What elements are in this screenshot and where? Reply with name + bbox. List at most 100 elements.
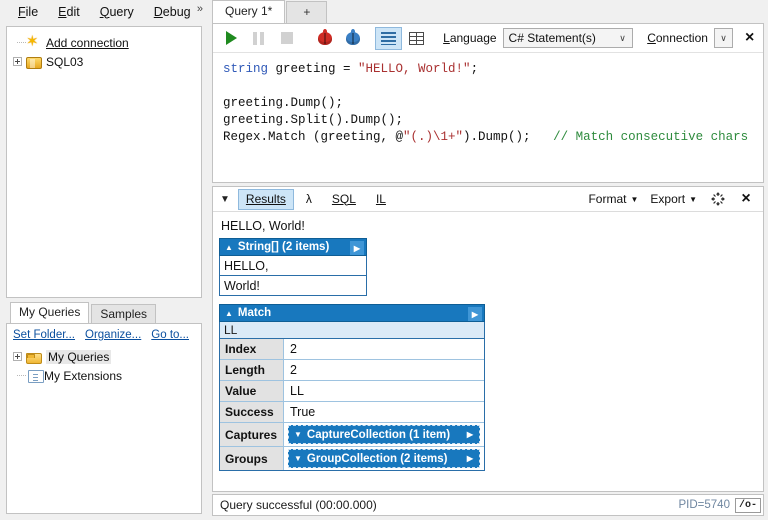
export-menu[interactable]: Export ▼ <box>650 192 697 206</box>
document-icon <box>28 370 44 383</box>
tab-my-queries[interactable]: My Queries <box>10 302 89 324</box>
code-editor[interactable]: string greeting = "HELLO, World!"; greet… <box>213 53 763 146</box>
folder-icon <box>26 353 42 364</box>
tree-item-my-queries[interactable]: My Queries <box>13 347 197 366</box>
row-value: True <box>284 402 484 422</box>
row-key: Value <box>220 381 284 401</box>
close-results-button[interactable]: × <box>733 187 759 211</box>
table-row: Captures ▼ CaptureCollection (1 item) ▶ <box>220 423 484 447</box>
chevron-down-icon: ▼ <box>689 195 697 204</box>
expand-right-icon[interactable]: ▶ <box>467 430 473 439</box>
star-icon <box>26 35 42 51</box>
tab-query-1[interactable]: Query 1* <box>212 0 285 24</box>
left-column: FFileile Edit Query Debug » Add connecti… <box>0 0 208 520</box>
code-line1-string: "HELLO, World!" <box>358 62 471 76</box>
text-output: HELLO, World! <box>219 219 763 238</box>
format-menu[interactable]: Format▼ <box>588 192 638 206</box>
tab-sql[interactable]: SQL <box>324 189 364 210</box>
group-collection-pill[interactable]: ▼ GroupCollection (2 items) ▶ <box>288 449 480 468</box>
collapse-all-icon[interactable] <box>709 190 729 208</box>
language-label: Language <box>443 31 496 45</box>
language-select[interactable]: C# Statement(s) ∨ <box>503 28 633 48</box>
menu-overflow-chevron[interactable]: » <box>197 3 202 15</box>
tab-results[interactable]: Results <box>238 189 294 210</box>
play-icon <box>226 31 237 45</box>
string-array-title: String[] (2 items) <box>238 241 329 253</box>
menu-item-debug[interactable]: Debug <box>144 2 201 23</box>
code-line1-end: ; <box>471 62 479 76</box>
expand-right-icon[interactable]: ▶ <box>467 454 473 463</box>
close-query-button[interactable]: × <box>738 26 761 50</box>
match-header[interactable]: ▲ Match ▶ <box>219 304 485 322</box>
tree-item-server[interactable]: SQL03 <box>13 52 197 71</box>
expander-icon[interactable] <box>13 57 22 66</box>
table-icon <box>409 32 424 45</box>
go-to-link[interactable]: Go to... <box>151 329 189 341</box>
table-row: Index 2 <box>220 339 484 360</box>
pause-button[interactable] <box>245 27 271 50</box>
run-button[interactable] <box>217 27 243 50</box>
database-icon <box>26 57 42 69</box>
expand-right-icon[interactable]: ▶ <box>350 241 364 255</box>
menu-item-query[interactable]: Query <box>90 2 144 23</box>
grid-list-icon <box>381 32 396 45</box>
my-queries-links: Set Folder... Organize... Go to... <box>7 324 201 343</box>
tab-new-query[interactable]: + <box>286 1 327 24</box>
status-message: Query successful (00:00.000) <box>220 498 377 512</box>
expander-icon[interactable] <box>13 352 22 361</box>
connection-select[interactable]: ∨ <box>714 28 733 48</box>
tree-line <box>13 33 26 52</box>
menu-item-edit[interactable]: Edit <box>48 2 90 23</box>
organize-link[interactable]: Organize... <box>85 329 141 341</box>
my-queries-tabstrip: My Queries Samples <box>6 304 202 324</box>
code-line5-a: Regex.Match (greeting, @ <box>223 130 403 144</box>
pause-icon <box>253 32 264 45</box>
process-icon[interactable]: /o- <box>735 498 761 513</box>
pid-label: PID=5740 <box>679 499 730 511</box>
export-label: Export <box>650 192 685 206</box>
collapse-results-icon[interactable]: ▼ <box>217 194 238 205</box>
results-table-toggle[interactable] <box>404 27 430 50</box>
set-folder-link[interactable]: Set Folder... <box>13 329 75 341</box>
debug-button[interactable] <box>312 27 338 50</box>
right-column: Query 1* + Language <box>208 0 768 520</box>
debug-step-button[interactable] <box>340 27 366 50</box>
capture-collection-pill[interactable]: ▼ CaptureCollection (1 item) ▶ <box>288 425 480 444</box>
tree-item-add-connection[interactable]: Add connection <box>13 33 197 52</box>
expand-right-icon[interactable]: ▶ <box>468 307 482 321</box>
chevron-down-icon: ∨ <box>720 33 727 44</box>
table-row: Value LL <box>220 381 484 402</box>
capture-collection-label: CaptureCollection (1 item) <box>307 429 450 441</box>
add-connection-label: Add connection <box>46 36 129 50</box>
my-extensions-label: My Extensions <box>44 369 122 383</box>
row-value: ▼ GroupCollection (2 items) ▶ <box>284 447 484 470</box>
query-tabstrip: Query 1* + <box>208 0 768 24</box>
match-dump: ▲ Match ▶ LL Index 2 Length 2 <box>219 304 485 471</box>
format-label: Format <box>588 192 626 206</box>
stop-button[interactable] <box>273 27 299 50</box>
tab-samples[interactable]: Samples <box>91 304 156 325</box>
menu-bar: FFileile Edit Query Debug » <box>0 0 208 24</box>
match-summary: LL <box>220 322 484 339</box>
list-item: World! <box>219 276 367 296</box>
server-label: SQL03 <box>46 55 83 69</box>
code-line4: greeting.Split().Dump(); <box>223 113 403 127</box>
tab-il-label: IL <box>376 192 386 206</box>
status-bar: Query successful (00:00.000) PID=5740 /o… <box>212 494 764 516</box>
tab-lambda[interactable]: λ <box>298 189 320 210</box>
results-pane: ▼ Results λ SQL IL Format▼ Export▼ <box>212 186 764 492</box>
code-line5-b: ).Dump(); <box>463 130 531 144</box>
red-bug-icon <box>318 32 332 45</box>
language-value: C# Statement(s) <box>509 31 604 45</box>
menu-item-file[interactable]: FFileile <box>8 2 48 23</box>
code-keyword: string <box>223 62 268 76</box>
tab-il[interactable]: IL <box>368 189 394 210</box>
code-line3: greeting.Dump(); <box>223 96 343 110</box>
chevron-down-icon: ▼ <box>294 430 302 439</box>
table-row: Length 2 <box>220 360 484 381</box>
results-body: HELLO, World! ▲ String[] (2 items) ▶ HEL… <box>213 212 763 491</box>
string-array-header[interactable]: ▲ String[] (2 items) ▶ <box>219 238 367 256</box>
row-key: Length <box>220 360 284 380</box>
results-grid-toggle[interactable] <box>375 27 401 50</box>
tree-item-my-extensions[interactable]: My Extensions <box>13 366 197 385</box>
